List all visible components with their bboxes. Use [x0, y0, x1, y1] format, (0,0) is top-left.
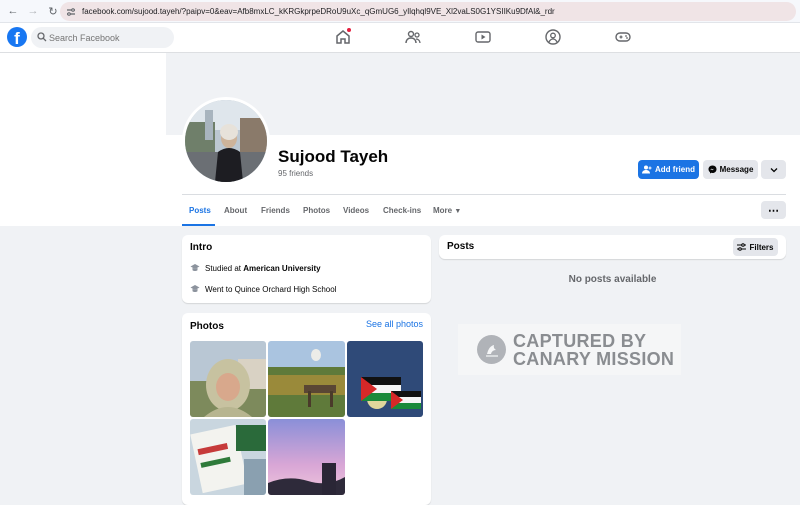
photos-title: Photos: [190, 321, 224, 332]
canary-bird-icon: [477, 335, 506, 364]
add-person-icon: [642, 165, 652, 174]
intro-card: Intro Studied at American University Wen…: [182, 235, 431, 303]
graduation-cap-icon: [190, 264, 200, 271]
add-friend-label: Add friend: [655, 165, 695, 174]
groups-icon[interactable]: [544, 28, 562, 46]
video-icon[interactable]: [474, 28, 492, 46]
back-icon[interactable]: ←: [6, 4, 20, 18]
graduation-cap-icon: [190, 285, 200, 292]
message-label: Message: [719, 165, 754, 174]
friends-icon[interactable]: [404, 28, 422, 46]
active-tab-indicator: [182, 224, 215, 226]
tab-photos[interactable]: Photos: [303, 206, 330, 215]
messenger-icon: [708, 165, 717, 174]
tab-check-ins[interactable]: Check-ins: [383, 206, 421, 215]
add-friend-button[interactable]: Add friend: [638, 160, 699, 179]
site-settings-icon[interactable]: [66, 7, 76, 17]
photo-thumbnail[interactable]: [347, 341, 423, 417]
tab-more-label: More: [433, 206, 453, 215]
profile-avatar[interactable]: [182, 97, 270, 185]
intro-highschool-row: Went to Quince Orchard High School: [190, 284, 336, 294]
more-options-button[interactable]: ⋯: [761, 201, 786, 219]
facebook-logo[interactable]: f: [7, 27, 27, 47]
tab-posts[interactable]: Posts: [189, 206, 211, 215]
profile-dropdown-button[interactable]: [761, 160, 786, 179]
facebook-header: f: [0, 23, 800, 53]
went-to-text: Went to Quince Orchard High School: [205, 284, 337, 294]
photo-image: [347, 341, 423, 417]
watermark-line-2: CANARY MISSION: [513, 348, 675, 369]
see-all-photos-link[interactable]: See all photos: [366, 319, 423, 329]
posts-title: Posts: [447, 241, 475, 252]
gaming-icon[interactable]: [614, 28, 632, 46]
search-input[interactable]: [31, 27, 174, 48]
intro-education-row: Studied at American University: [190, 263, 321, 273]
watermark-overlay: CAPTURED BY CANARY MISSION: [458, 324, 681, 375]
ellipsis-icon: ⋯: [768, 204, 779, 217]
no-posts-message: No posts available: [568, 274, 657, 285]
photo-thumbnail[interactable]: [268, 341, 345, 417]
photo-image: [190, 341, 266, 417]
browser-toolbar: ← → ↻ facebook.com/sujood.tayeh/?paipv=0…: [0, 0, 800, 23]
posts-header-card: Posts Filters: [439, 235, 786, 259]
photo-thumbnail[interactable]: [190, 419, 266, 495]
tab-friends[interactable]: Friends: [261, 206, 290, 215]
avatar-image: [185, 100, 267, 182]
filters-label: Filters: [749, 242, 774, 252]
posts-empty-area: No posts available: [439, 274, 786, 288]
search-icon: [37, 32, 47, 42]
photo-image: [190, 419, 266, 495]
notification-dot: [347, 28, 351, 32]
studied-at-school[interactable]: American University: [243, 264, 320, 273]
photo-thumbnail[interactable]: [190, 341, 266, 417]
address-bar[interactable]: facebook.com/sujood.tayeh/?paipv=0&eav=A…: [60, 2, 796, 21]
profile-name: Sujood Tayeh: [278, 147, 389, 166]
filters-button[interactable]: Filters: [733, 238, 778, 256]
filters-icon: [737, 243, 747, 251]
reload-icon[interactable]: ↻: [46, 4, 60, 18]
tab-about[interactable]: About: [224, 206, 247, 215]
message-button[interactable]: Message: [703, 160, 758, 179]
photo-thumbnail[interactable]: [268, 419, 345, 495]
studied-at-prefix: Studied at: [205, 263, 244, 273]
left-panel: [0, 53, 166, 226]
intro-title: Intro: [190, 242, 213, 253]
tab-more[interactable]: More ▼: [433, 206, 461, 215]
photo-image: [268, 419, 345, 495]
photos-card: Photos See all photos: [182, 313, 431, 505]
caret-down-icon: ▼: [454, 208, 462, 215]
friends-count[interactable]: 95 friends: [278, 169, 313, 178]
url-text: facebook.com/sujood.tayeh/?paipv=0&eav=A…: [82, 7, 555, 16]
profile-divider: [182, 194, 786, 195]
tab-videos[interactable]: Videos: [343, 206, 369, 215]
forward-icon[interactable]: →: [26, 4, 40, 18]
chevron-down-icon: [770, 167, 777, 172]
watermark-line-1: CAPTURED BY: [513, 330, 647, 351]
photo-image: [268, 341, 345, 417]
